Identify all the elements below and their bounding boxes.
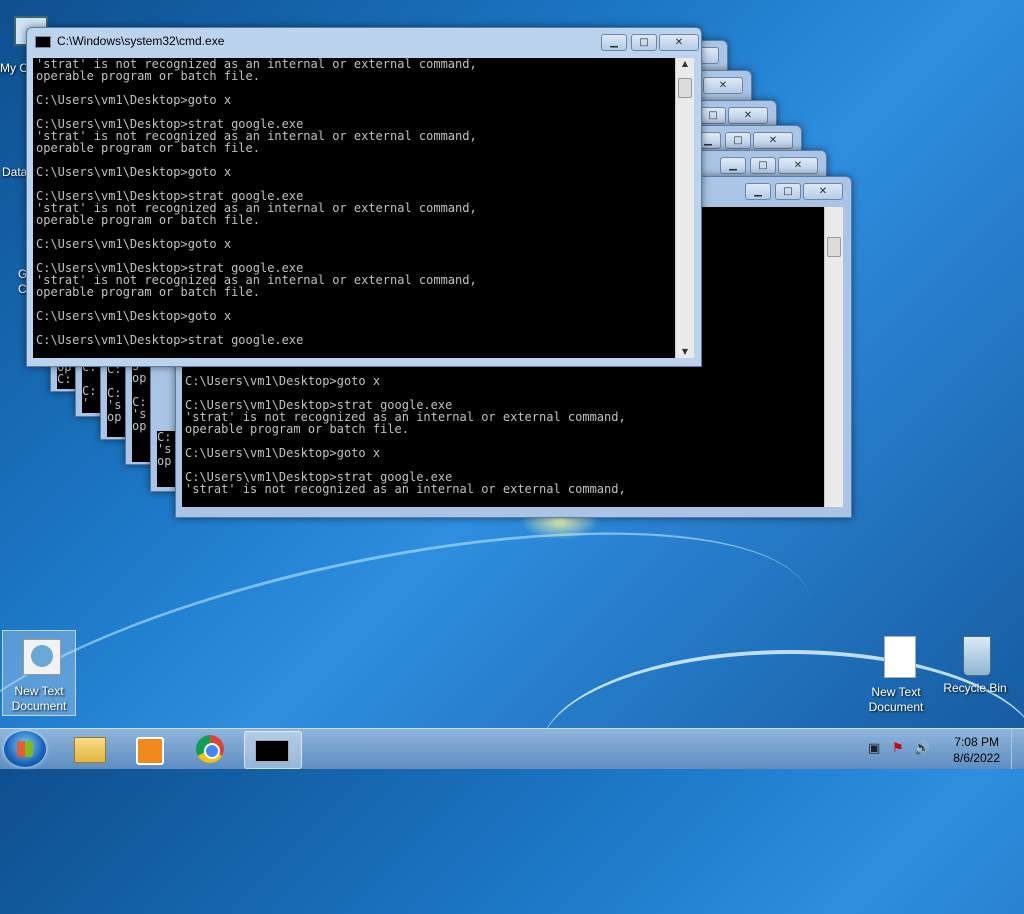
maximize-icon: □ <box>639 37 649 48</box>
clock-date: 8/6/2022 <box>953 751 1000 765</box>
scroll-down-arrow[interactable]: ▼ <box>676 346 694 358</box>
taskbar-media-player[interactable] <box>122 731 178 767</box>
taskbar-cmd[interactable] <box>244 731 302 769</box>
clock-time: 7:08 PM <box>954 735 999 749</box>
close-button[interactable]: ✕ <box>703 77 743 94</box>
console-text: 'strat' is not recognized as an internal… <box>36 58 477 347</box>
close-icon: ✕ <box>718 80 728 91</box>
taskbar-chrome[interactable] <box>184 731 240 767</box>
minimize-button[interactable]: ▁ <box>601 34 627 51</box>
maximize-icon: □ <box>733 135 743 146</box>
close-button[interactable]: ✕ <box>659 34 699 51</box>
system-clock[interactable]: 7:08 PM 8/6/2022 <box>953 734 1000 766</box>
console-output[interactable]: 'strat' is not recognized as an internal… <box>33 58 675 358</box>
minimize-button[interactable]: ▁ <box>745 183 771 200</box>
chrome-icon <box>196 735 224 763</box>
title-bar[interactable]: C:\Windows\system32\cmd.exe ▁ □ ✕ <box>27 28 701 54</box>
close-icon: ✕ <box>768 135 778 146</box>
desktop-icon-label: Recycle Bin <box>943 681 1007 695</box>
scrollbar-thumb[interactable] <box>678 78 692 98</box>
close-button[interactable]: ✕ <box>778 157 818 174</box>
close-button[interactable]: ✕ <box>753 132 793 149</box>
taskbar-explorer[interactable] <box>62 731 118 767</box>
maximize-button[interactable]: □ <box>700 107 726 124</box>
close-icon: ✕ <box>674 37 684 48</box>
windows-logo-icon <box>17 741 33 757</box>
network-icon[interactable]: ▣ <box>868 741 880 756</box>
maximize-button[interactable]: □ <box>775 183 801 200</box>
desktop-icon-label: New Text Document <box>11 684 67 713</box>
vertical-scrollbar[interactable]: ▲ ▼ <box>675 58 694 358</box>
show-desktop-button[interactable] <box>1011 729 1024 769</box>
close-icon: ✕ <box>743 110 753 121</box>
close-button[interactable]: ✕ <box>803 183 843 200</box>
maximize-button[interactable]: □ <box>631 34 657 51</box>
desktop-icon-new-text-document-right[interactable]: New Text Document <box>858 634 934 715</box>
cmd-icon <box>35 36 51 48</box>
scrollbar-thumb[interactable] <box>827 237 841 257</box>
minimize-icon: ▁ <box>729 160 737 171</box>
taskbar: ▣ ⚑ 🔊 7:08 PM 8/6/2022 <box>0 728 1024 769</box>
folder-icon <box>74 737 106 763</box>
media-player-icon <box>136 737 164 765</box>
console-text: C:\Users\vm1\Desktop>goto x C:\Users\vm1… <box>185 374 626 496</box>
cmd-window-front[interactable]: C:\Windows\system32\cmd.exe ▁ □ ✕ 'strat… <box>26 27 702 367</box>
maximize-icon: □ <box>783 186 793 197</box>
maximize-button[interactable]: □ <box>725 132 751 149</box>
maximize-icon: □ <box>708 110 718 121</box>
action-center-flag-icon[interactable]: ⚑ <box>892 741 904 756</box>
minimize-icon: ▁ <box>610 37 618 48</box>
close-icon: ✕ <box>793 160 803 171</box>
maximize-button[interactable]: □ <box>750 157 776 174</box>
vertical-scrollbar[interactable] <box>824 207 843 507</box>
close-button[interactable]: ✕ <box>728 107 768 124</box>
recycle-bin-icon <box>951 630 999 678</box>
text-document-icon <box>15 637 63 685</box>
close-icon: ✕ <box>818 186 828 197</box>
desktop-icon-label: New Text Document <box>868 685 924 714</box>
wallpaper-swoosh <box>0 469 838 914</box>
minimize-icon: ▁ <box>754 186 762 197</box>
minimize-button[interactable]: ▁ <box>720 157 746 174</box>
desktop-icon-recycle-bin[interactable]: Recycle Bin <box>937 630 1013 696</box>
volume-icon[interactable]: 🔊 <box>914 741 930 756</box>
cmd-icon <box>255 740 289 762</box>
maximize-icon: □ <box>758 160 768 171</box>
desktop-icon-new-text-document-left[interactable]: New Text Document <box>2 630 76 716</box>
start-button[interactable] <box>4 731 46 767</box>
window-title: C:\Windows\system32\cmd.exe <box>57 34 225 48</box>
scroll-up-arrow[interactable]: ▲ <box>676 58 694 70</box>
text-document-icon <box>872 634 920 682</box>
